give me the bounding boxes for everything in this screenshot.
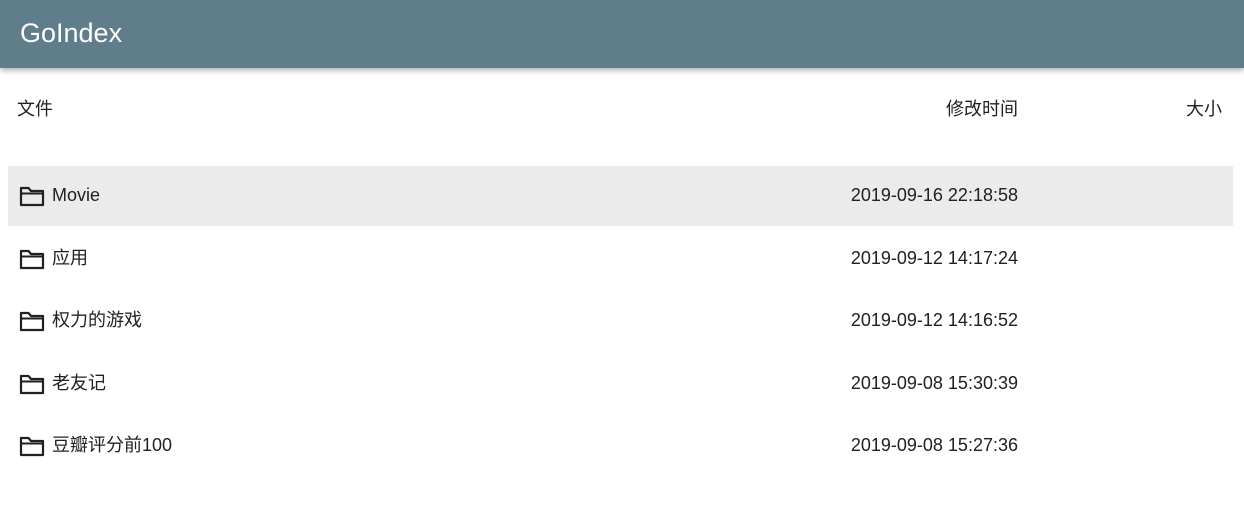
folder-icon	[19, 374, 45, 394]
file-name[interactable]: Movie	[52, 183, 100, 207]
file-name[interactable]: 豆瓣评分前100	[52, 433, 172, 457]
file-name[interactable]: 老友记	[52, 371, 106, 395]
file-row[interactable]: Movie 2019-09-16 22:18:58	[8, 166, 1233, 226]
folder-icon	[19, 186, 45, 207]
app-bar: GoIndex	[0, 0, 1244, 68]
file-list: Movie 2019-09-16 22:18:58 应用 2019-09-12 …	[8, 166, 1233, 479]
file-row[interactable]: 权力的游戏 2019-09-12 14:16:52	[8, 291, 1233, 351]
file-modified: 2019-09-12 14:17:24	[850, 247, 1018, 268]
column-header-file[interactable]: 文件	[17, 98, 53, 122]
file-name[interactable]: 权力的游戏	[52, 308, 142, 332]
list-header: 文件 修改时间 大小	[0, 68, 1244, 152]
folder-icon	[19, 311, 45, 332]
file-modified: 2019-09-08 15:27:36	[850, 435, 1018, 455]
app-title[interactable]: GoIndex	[20, 15, 122, 51]
file-modified: 2019-09-12 14:16:52	[850, 310, 1018, 330]
column-header-modified[interactable]: 修改时间	[946, 98, 1018, 122]
file-modified: 2019-09-08 15:30:39	[850, 372, 1018, 393]
file-row[interactable]: 豆瓣评分前100 2019-09-08 15:27:36	[8, 416, 1233, 476]
folder-icon	[19, 436, 45, 457]
column-header-size[interactable]: 大小	[1186, 98, 1222, 122]
folder-icon	[19, 249, 45, 269]
file-modified: 2019-09-16 22:18:58	[850, 185, 1018, 205]
file-name[interactable]: 应用	[52, 246, 88, 270]
file-row[interactable]: 应用 2019-09-12 14:17:24	[8, 229, 1233, 289]
file-row[interactable]: 老友记 2019-09-08 15:30:39	[8, 354, 1233, 414]
